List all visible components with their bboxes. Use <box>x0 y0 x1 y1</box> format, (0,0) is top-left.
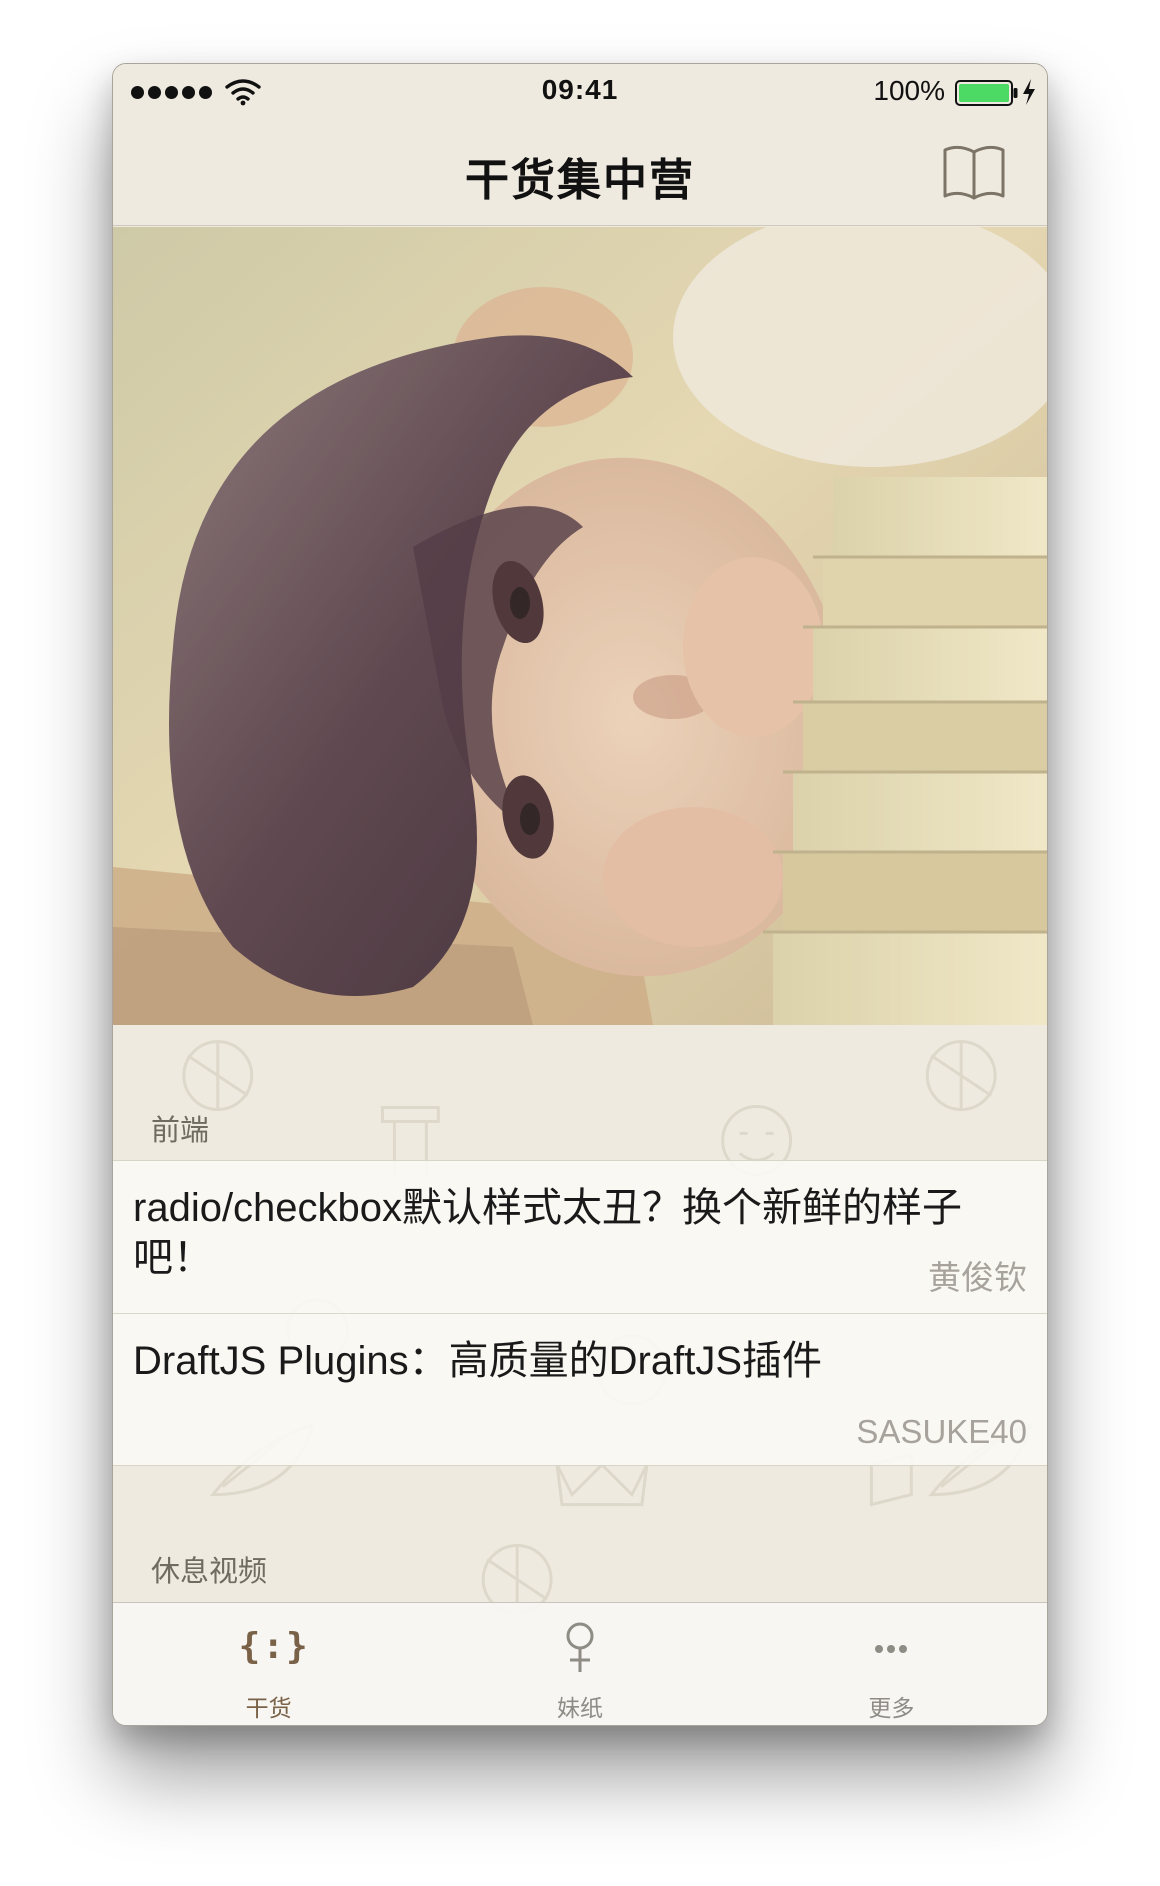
tab-meizhi[interactable]: 妹纸 <box>424 1603 735 1725</box>
charging-bolt-icon <box>1023 79 1035 105</box>
tab-label: 妹纸 <box>556 1695 603 1721</box>
list-item[interactable]: DraftJS Plugins：高质量的DraftJS插件 SASUKE40 <box>113 1313 1047 1465</box>
list-item[interactable]: radio/checkbox默认样式太丑？换个新鲜的样子吧！ 黄俊钦 <box>113 1161 1047 1313</box>
section-header-rest-video: 休息视频 <box>151 1556 268 1588</box>
tab-label: 更多 <box>868 1695 915 1721</box>
article-author: 黄俊钦 <box>928 1259 1027 1296</box>
tab-ganhuo[interactable]: {:} 干货 <box>113 1603 424 1725</box>
hero-photo[interactable] <box>113 227 1047 1025</box>
page-title: 干货集中营 <box>465 156 695 205</box>
article-title: DraftJS Plugins：高质量的DraftJS插件 <box>133 1339 823 1383</box>
photo-girl-with-books-icon <box>113 227 1047 1025</box>
section-header-frontend: 前端 <box>151 1115 210 1147</box>
battery-icon <box>955 80 1018 106</box>
battery-percent: 100% <box>873 75 945 106</box>
status-bar: 09:41 100% <box>113 64 1047 120</box>
tab-more[interactable]: 更多 <box>736 1603 1047 1725</box>
navigation-bar: 干货集中营 <box>113 120 1047 226</box>
article-title: radio/checkbox默认样式太丑？换个新鲜的样子吧！ <box>133 1186 963 1280</box>
more-dots-icon <box>875 1645 908 1653</box>
app-window: 09:41 100% 干货集中营 前端 radio/checkbox默认样式太丑… <box>112 63 1048 1726</box>
article-list-frontend: radio/checkbox默认样式太丑？换个新鲜的样子吧！ 黄俊钦 Draft… <box>113 1160 1047 1466</box>
braces-icon: {:} <box>238 1626 310 1667</box>
article-author: SASUKE40 <box>856 1413 1027 1450</box>
tab-bar: {:} 干货 妹纸 更多 <box>113 1602 1047 1725</box>
tab-label: 干货 <box>245 1695 292 1721</box>
book-icon[interactable] <box>939 136 1009 206</box>
female-symbol-icon <box>566 1622 594 1672</box>
